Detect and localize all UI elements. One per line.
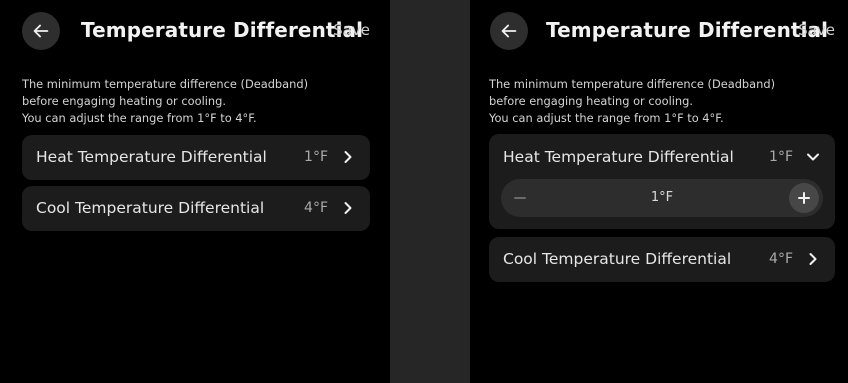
increment-button[interactable] [789,183,819,213]
description-line: The minimum temperature difference (Dead… [22,77,309,91]
save-button[interactable]: Save [333,21,370,39]
cool-differential-label: Cool Temperature Differential [36,199,265,217]
page-title: Temperature Differential [81,18,364,42]
back-button[interactable] [490,12,528,50]
description-line: before engaging heating or cooling. [489,94,693,108]
save-button[interactable]: Save [798,21,835,39]
heat-differential-stepper: 1°F [501,179,823,217]
arrow-left-icon [501,24,517,38]
description-line: The minimum temperature difference (Dead… [489,77,776,91]
header: Temperature Differential Save [470,12,848,50]
heat-differential-header[interactable]: Heat Temperature Differential 1°F [489,134,835,179]
chevron-right-icon [344,202,352,214]
heat-differential-value: 1°F [769,149,793,165]
heat-differential-value: 1°F [304,149,328,165]
chevron-right-icon [344,151,352,163]
heat-differential-label: Heat Temperature Differential [503,148,734,166]
page-title: Temperature Differential [546,18,829,42]
screen-collapsed: Temperature Differential Save The minimu… [0,0,390,383]
chevron-down-icon [807,153,819,161]
cool-differential-label: Cool Temperature Differential [503,250,732,268]
heat-differential-panel: Heat Temperature Differential 1°F 1°F [489,134,835,229]
description-line: You can adjust the range from 1°F to 4°F… [489,111,724,125]
heat-differential-row[interactable]: Heat Temperature Differential 1°F [22,135,370,180]
cool-differential-value: 4°F [769,251,793,267]
description: The minimum temperature difference (Dead… [22,76,374,127]
screen-expanded: Temperature Differential Save The minimu… [470,0,848,383]
arrow-left-icon [33,24,49,38]
header: Temperature Differential Save [0,12,390,50]
cool-differential-value: 4°F [304,200,328,216]
description-line: before engaging heating or cooling. [22,94,226,108]
heat-differential-label: Heat Temperature Differential [36,148,267,166]
cool-differential-row[interactable]: Cool Temperature Differential 4°F [489,237,835,282]
screen-divider [390,0,470,383]
plus-icon [798,192,810,204]
description: The minimum temperature difference (Dead… [489,76,841,127]
stepper-value: 1°F [650,190,674,205]
chevron-right-icon [809,253,817,265]
back-button[interactable] [22,12,60,50]
description-line: You can adjust the range from 1°F to 4°F… [22,111,257,125]
cool-differential-row[interactable]: Cool Temperature Differential 4°F [22,186,370,231]
